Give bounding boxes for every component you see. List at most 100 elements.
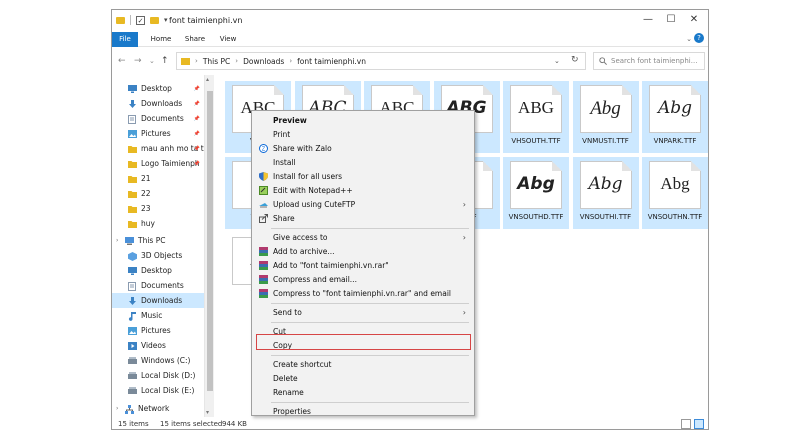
winrar-icon [259,247,268,256]
sidebar-item-label: Videos [141,341,166,350]
sidebar-item-label: Desktop [141,266,172,275]
menu-item-share-with-zalo[interactable]: Z Share with Zalo [254,142,472,155]
tab-share[interactable]: Share [182,32,208,47]
sidebar-item-label: Logo Taimienph [141,159,200,168]
computer-icon [125,236,134,245]
menu-item-upload-using-cuteftp[interactable]: Upload using CuteFTP › [254,198,472,211]
folder-icon [128,220,137,228]
address-bar[interactable]: › This PC › Downloads › font taimienphi.… [176,52,586,70]
menu-item-label: Preview [273,116,307,125]
chevron-right-icon[interactable]: › [289,57,292,65]
sidebar-item-pictures[interactable]: Pictures 📌 [112,126,204,141]
tab-file[interactable]: File [112,32,138,47]
forward-button[interactable]: → [134,56,142,66]
chevron-right-icon[interactable]: › [235,57,238,65]
menu-item-install[interactable]: Install [254,156,472,169]
sidebar-item-music[interactable]: Music [112,308,204,323]
close-button[interactable]: ✕ [687,13,701,27]
file-name: VHSOUTH.TTF [511,137,561,145]
sidebar-item-logo-taimienph[interactable]: Logo Taimienph 📌 [112,156,204,171]
menu-item-label: Properties [273,407,311,416]
file-item[interactable]: Abg VNMUSTI.TTF [572,81,639,153]
sidebar-item-mau-anh-mo-ta-t[interactable]: mau anh mo ta t 📌 [112,141,204,156]
menu-item-add-to-font-taimienphi-vn-rar[interactable]: Add to "font taimienphi.vn.rar" [254,259,472,272]
sidebar-item-label: Pictures [141,129,171,138]
customize-toolbar-icon[interactable]: ▾ [164,16,168,24]
documents-icon [128,281,137,291]
menu-item-preview[interactable]: Preview [254,114,472,127]
sidebar-item-network[interactable]: › Network [112,401,204,416]
menu-item-compress-and-email[interactable]: Compress and email... [254,273,472,286]
scroll-up-icon[interactable]: ▴ [206,76,209,83]
large-icons-view-button[interactable] [694,419,704,429]
menu-item-delete[interactable]: Delete [254,372,472,385]
maximize-button[interactable]: ☐ [664,13,678,27]
sidebar-item-downloads[interactable]: Downloads 📌 [112,96,204,111]
folder-icon [181,57,190,65]
refresh-button[interactable]: ↻ [571,55,579,65]
navigation-scrollbar[interactable]: ▴ ▾ [204,75,214,417]
sidebar-item-label: 22 [141,189,151,198]
menu-item-rename[interactable]: Rename [254,386,472,399]
menu-item-create-shortcut[interactable]: Create shortcut [254,358,472,371]
menu-item-install-for-all-users[interactable]: Install for all users [254,170,472,183]
menu-item-properties[interactable]: Properties [254,405,472,418]
menu-item-edit-with-notepad[interactable]: Edit with Notepad++ [254,184,472,197]
sidebar-item-local-disk-e[interactable]: Local Disk (E:) [112,383,204,398]
breadcrumb-downloads[interactable]: Downloads [243,57,284,66]
winrar-icon [259,261,268,270]
file-item[interactable]: Abg VNSOUTHD.TTF [503,157,569,229]
menu-item-compress-to-font-taimienphi-vn-rar-and-email[interactable]: Compress to "font taimienphi.vn.rar" and… [254,287,472,300]
menu-item-print[interactable]: Print [254,128,472,141]
file-item[interactable]: Abg VNSOUTHI.TTF [572,157,639,229]
sidebar-item-desktop[interactable]: Desktop [112,263,204,278]
address-dropdown-button[interactable]: ⌄ [554,57,560,65]
tab-view[interactable]: View [215,32,241,47]
sidebar-item-desktop[interactable]: Desktop 📌 [112,81,204,96]
search-input[interactable]: Search font taimienphi... [593,52,705,70]
help-icon[interactable]: ? [694,33,704,43]
back-button[interactable]: ← [118,56,126,66]
expand-ribbon-icon[interactable]: ⌄ [686,35,692,43]
drive-icon [128,356,137,365]
sidebar-item-21[interactable]: 21 [112,171,204,186]
sidebar-item-documents[interactable]: Documents [112,278,204,293]
file-item[interactable]: Abg VNSOUTHN.TTF [642,157,708,229]
file-item[interactable]: ABG VHSOUTH.TTF [503,81,569,153]
file-item[interactable]: Abg VNPARK.TTF [642,81,708,153]
menu-item-give-access-to[interactable]: Give access to › [254,231,472,244]
up-button[interactable]: ↑ [161,56,169,66]
sidebar-item-3d-objects[interactable]: 3D Objects [112,248,204,263]
tab-home[interactable]: Home [148,32,174,47]
file-name: VNMUSTI.TTF [582,137,629,145]
sidebar-item-local-disk-d[interactable]: Local Disk (D:) [112,368,204,383]
sidebar-item-23[interactable]: 23 [112,201,204,216]
properties-checkbox-icon[interactable]: ✓ [136,15,145,25]
new-folder-icon[interactable] [150,16,159,24]
menu-item-add-to-archive[interactable]: Add to archive... [254,245,472,258]
expand-arrow-icon[interactable]: › [116,237,122,244]
scrollbar-thumb[interactable] [207,91,213,391]
recent-locations-button[interactable]: ⌄ [149,57,155,65]
sidebar-item-windows-c[interactable]: Windows (C:) [112,353,204,368]
scroll-down-icon[interactable]: ▾ [206,409,209,416]
sidebar-item-videos[interactable]: Videos [112,338,204,353]
menu-item-label: Add to archive... [273,247,335,256]
sidebar-item-documents[interactable]: Documents 📌 [112,111,204,126]
window-title: font taimienphi.vn [169,16,243,25]
font-file-thumbnail: Abg [649,161,701,209]
font-sample-text: ABG [518,98,554,117]
folder-icon [128,160,137,168]
sidebar-item-22[interactable]: 22 [112,186,204,201]
menu-item-send-to[interactable]: Send to › [254,306,472,319]
expand-arrow-icon[interactable]: › [116,405,122,412]
sidebar-item-downloads[interactable]: Downloads [112,293,204,308]
sidebar-item-pictures[interactable]: Pictures [112,323,204,338]
minimize-button[interactable]: — [641,13,655,27]
details-view-button[interactable] [681,419,691,429]
breadcrumb-this-pc[interactable]: This PC [203,57,230,66]
sidebar-item-huy[interactable]: huy [112,216,204,231]
menu-item-share[interactable]: Share [254,212,472,225]
breadcrumb-current-folder[interactable]: font taimienphi.vn [297,57,366,66]
sidebar-item-this-pc[interactable]: › This PC [112,233,204,248]
